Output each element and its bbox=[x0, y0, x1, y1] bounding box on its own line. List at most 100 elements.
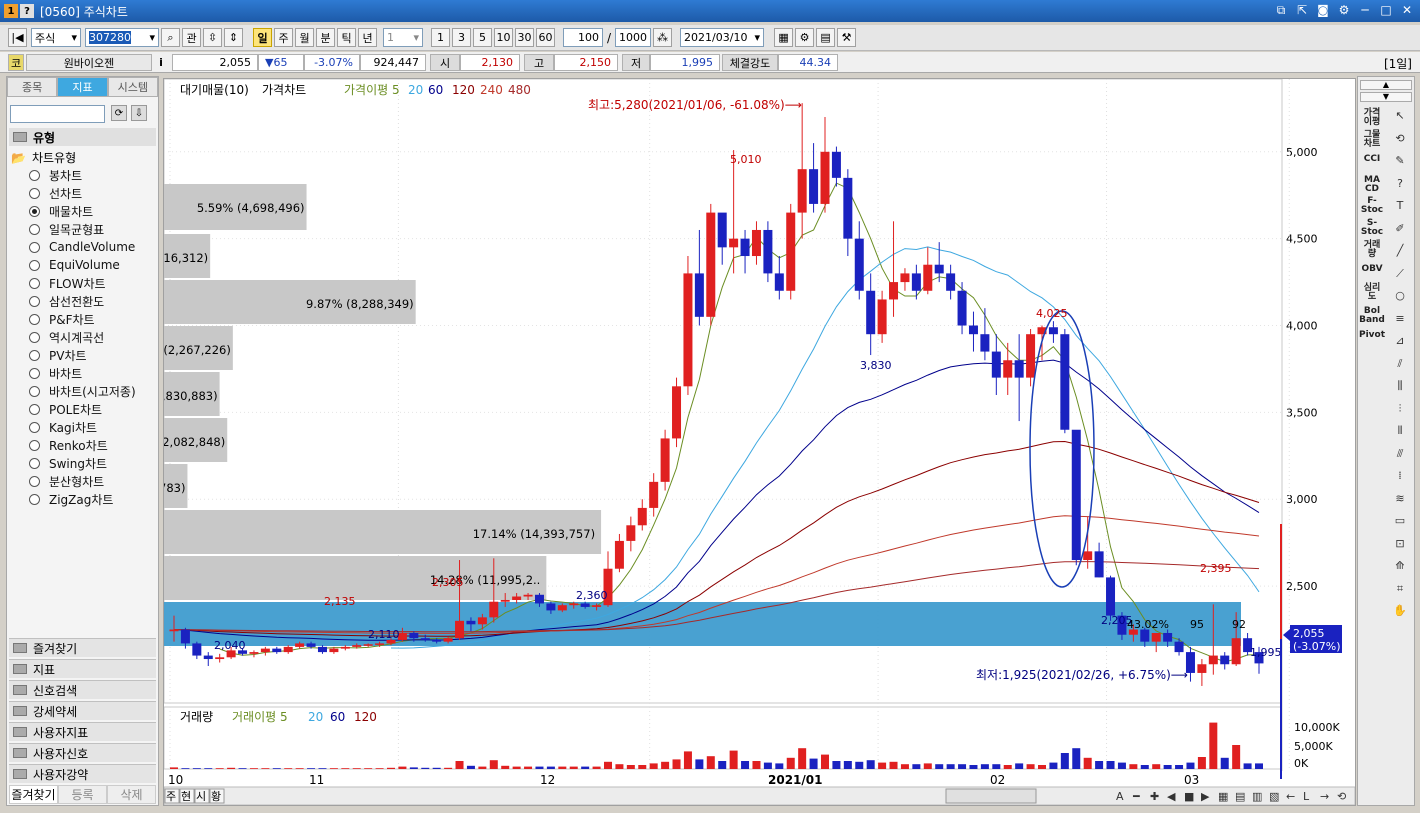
camera-icon[interactable]: ◙ bbox=[1316, 3, 1330, 18]
period-minute[interactable]: 분 bbox=[316, 28, 335, 47]
prev-stock-icon[interactable]: |◀ bbox=[8, 28, 27, 47]
drawing-tool-icon[interactable]: ⫼ bbox=[1391, 379, 1409, 395]
chart-control-icon[interactable]: ■ bbox=[1184, 790, 1194, 803]
search-icon[interactable]: ⌕ bbox=[161, 28, 180, 47]
period-tick[interactable]: 틱 bbox=[337, 28, 356, 47]
radio-icon[interactable] bbox=[29, 403, 40, 415]
folder-item[interactable]: 사용자신호 bbox=[9, 743, 156, 762]
drawing-tool-icon[interactable]: ⊿ bbox=[1391, 334, 1409, 350]
period-week[interactable]: 주 bbox=[274, 28, 293, 47]
drawing-tool-icon[interactable]: ? bbox=[1391, 177, 1409, 193]
close-icon[interactable]: ✕ bbox=[1400, 3, 1414, 18]
drawing-tool-icon[interactable]: ↖ bbox=[1391, 109, 1409, 125]
drawing-tool-icon[interactable]: ≋ bbox=[1391, 492, 1409, 508]
chart-control-icon[interactable]: → bbox=[1320, 790, 1329, 803]
chart-control-icon[interactable]: ← bbox=[1286, 790, 1295, 803]
chart-control-icon[interactable]: ▦ bbox=[1218, 790, 1228, 803]
drawing-tool-icon[interactable]: ⫻ bbox=[1391, 447, 1409, 463]
radio-icon[interactable] bbox=[29, 457, 40, 469]
drawing-tool-icon[interactable]: T bbox=[1391, 199, 1409, 215]
radio-icon[interactable] bbox=[29, 349, 40, 361]
gear-icon[interactable]: ⚙ bbox=[795, 28, 815, 47]
refresh-icon[interactable]: ⟳ bbox=[111, 105, 127, 121]
app-menu-icon[interactable]: 1 bbox=[4, 4, 18, 18]
indicator-shortcut-button[interactable]: MA CD bbox=[1359, 176, 1385, 194]
chart-type-option[interactable]: Renko차트 bbox=[29, 436, 136, 454]
drawing-tool-icon[interactable]: ≡ bbox=[1391, 312, 1409, 328]
radio-icon[interactable] bbox=[29, 493, 40, 505]
folder-item[interactable]: 지표 bbox=[9, 659, 156, 678]
folder-item[interactable]: 즐겨찾기 bbox=[9, 638, 156, 657]
radio-icon[interactable] bbox=[29, 367, 40, 379]
date-input[interactable]: 2021/03/10 ▾ bbox=[680, 28, 765, 47]
drawing-tool-icon[interactable]: ⫶ bbox=[1391, 402, 1409, 418]
drawing-tool-icon[interactable]: ▭ bbox=[1391, 514, 1409, 530]
chart-area[interactable]: 5,000 4,500 4,000 3,500 3,000 2,500 5.59% (4,6… bbox=[163, 78, 1356, 806]
chart-control-icon[interactable]: ▤ bbox=[1235, 790, 1245, 803]
settings-icon[interactable]: ⚙ bbox=[1337, 3, 1351, 18]
radio-icon[interactable] bbox=[29, 313, 40, 325]
folder-item[interactable]: 신호검색 bbox=[9, 680, 156, 699]
chart-type-option[interactable]: 바차트 bbox=[29, 364, 136, 382]
indicator-shortcut-button[interactable]: 거래 량 bbox=[1359, 241, 1385, 259]
drawing-tool-icon[interactable]: ⌗ bbox=[1391, 582, 1409, 598]
chart-type-option[interactable]: 매물차트 bbox=[29, 202, 136, 220]
drawing-tool-icon[interactable]: ⟋ bbox=[1391, 267, 1409, 283]
chart-save-icon[interactable]: ▦ bbox=[774, 28, 794, 47]
radio-icon[interactable] bbox=[29, 331, 40, 343]
chart-type-option[interactable]: 일목균형표 bbox=[29, 220, 136, 238]
download-icon[interactable]: ⇩ bbox=[131, 105, 147, 121]
delete-button[interactable]: 삭제 bbox=[107, 785, 156, 804]
maximize-icon[interactable]: □ bbox=[1379, 3, 1393, 18]
chart-type-option[interactable]: Swing차트 bbox=[29, 454, 136, 472]
radio-icon[interactable] bbox=[29, 241, 40, 253]
price-chart-svg[interactable]: 5,000 4,500 4,000 3,500 3,000 2,500 5.59% (4,6… bbox=[164, 79, 1355, 805]
chart-control-icon[interactable]: ▥ bbox=[1252, 790, 1262, 803]
spin-icon[interactable]: ⇕ bbox=[224, 28, 243, 47]
chart-type-option[interactable]: 분산형차트 bbox=[29, 472, 136, 490]
chart-type-option[interactable]: 삼선전환도 bbox=[29, 292, 136, 310]
pin-icon[interactable]: ⇱ bbox=[1295, 3, 1309, 18]
period-day[interactable]: 일 bbox=[253, 28, 272, 47]
radio-icon[interactable] bbox=[29, 385, 40, 397]
radio-icon[interactable] bbox=[29, 277, 40, 289]
radio-icon[interactable] bbox=[29, 421, 40, 433]
indicator-search-input[interactable] bbox=[10, 105, 105, 123]
chart-control-icon[interactable]: ▧ bbox=[1269, 790, 1279, 803]
chart-type-option[interactable]: 바차트(시고저종) bbox=[29, 382, 136, 400]
minute-5[interactable]: 5 bbox=[473, 28, 492, 47]
chart-type-option[interactable]: EquiVolume bbox=[29, 256, 136, 274]
code-input[interactable]: 307280 ▾ bbox=[85, 28, 159, 47]
radio-icon[interactable] bbox=[29, 187, 40, 199]
tab-stocks[interactable]: 종목 bbox=[7, 77, 58, 97]
chart-type-option[interactable]: CandleVolume bbox=[29, 238, 136, 256]
indicator-shortcut-button[interactable]: 심리 도 bbox=[1359, 284, 1385, 302]
link-icon[interactable]: ⧉ bbox=[1274, 3, 1288, 18]
indicator-shortcut-button[interactable]: OBV bbox=[1359, 265, 1385, 274]
chart-control-icon[interactable]: A bbox=[1116, 790, 1124, 803]
chart-type-option[interactable]: Kagi차트 bbox=[29, 418, 136, 436]
drawing-tool-icon[interactable]: ⫽ bbox=[1391, 357, 1409, 373]
section-type[interactable]: 유형 bbox=[9, 128, 156, 146]
chart-type-option[interactable]: FLOW차트 bbox=[29, 274, 136, 292]
radio-icon[interactable] bbox=[29, 439, 40, 451]
drawing-tool-icon[interactable]: ✋ bbox=[1391, 604, 1409, 620]
chart-type-option[interactable]: 역시계곡선 bbox=[29, 328, 136, 346]
indicator-shortcut-button[interactable]: 그물 차트 bbox=[1359, 131, 1385, 149]
related-button[interactable]: 관 bbox=[182, 28, 201, 47]
bottom-scrollbar[interactable] bbox=[164, 786, 1355, 805]
indicator-shortcut-button[interactable]: S- Stoc bbox=[1359, 219, 1385, 237]
chart-type-option[interactable]: 봉차트 bbox=[29, 166, 136, 184]
chart-control-icon[interactable]: L bbox=[1303, 790, 1310, 803]
tree-chart-types[interactable]: 📂 차트유형 bbox=[11, 149, 76, 166]
indicator-shortcut-button[interactable]: Bol Band bbox=[1359, 307, 1385, 325]
chart-control-icon[interactable]: ◀ bbox=[1167, 790, 1176, 803]
radio-icon[interactable] bbox=[29, 475, 40, 487]
drawing-tool-icon[interactable]: ○ bbox=[1391, 289, 1409, 305]
drawing-tool-icon[interactable]: ⟲ bbox=[1391, 132, 1409, 148]
indicator-shortcut-button[interactable]: F- Stoc bbox=[1359, 197, 1385, 215]
tools-icon[interactable]: ⚒ bbox=[837, 28, 857, 47]
collapse-down-icon[interactable]: ▼ bbox=[1360, 92, 1412, 102]
chart-type-option[interactable]: POLE차트 bbox=[29, 400, 136, 418]
radio-icon[interactable] bbox=[29, 295, 40, 307]
